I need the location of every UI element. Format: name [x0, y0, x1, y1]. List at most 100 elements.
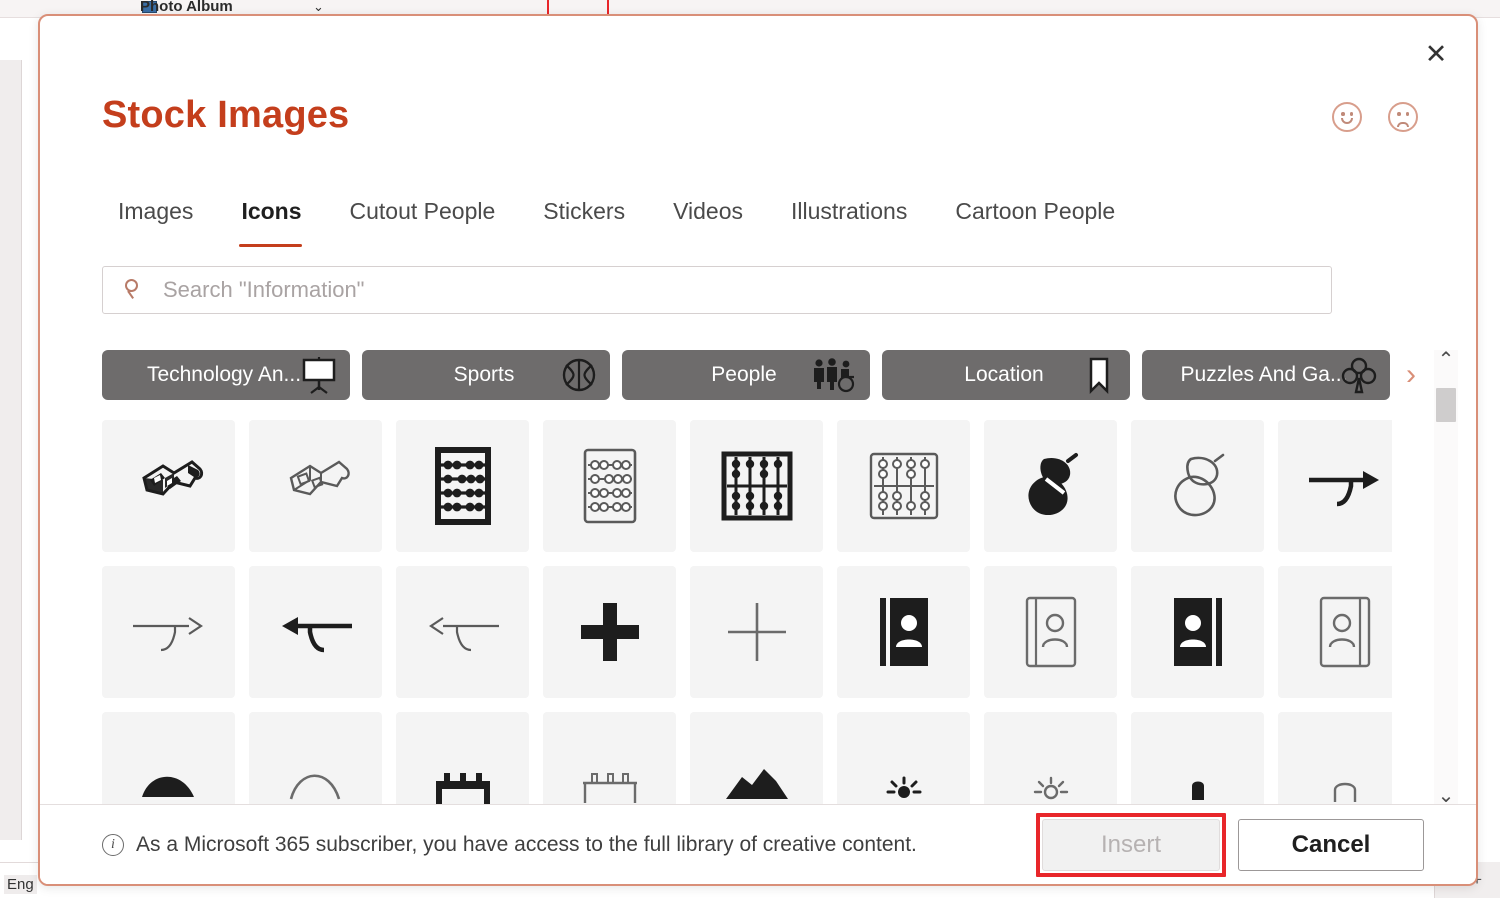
close-icon[interactable]: ✕: [1418, 36, 1454, 72]
scrollbar-track[interactable]: [1434, 384, 1458, 772]
chevron-right-icon[interactable]: ›: [1406, 360, 1416, 390]
icon-cell-abacus-filled[interactable]: [396, 420, 529, 552]
plus-thin-icon: [722, 597, 792, 667]
hill-outline-icon: [279, 741, 353, 806]
smiley-sad-icon[interactable]: [1388, 102, 1418, 132]
icon-cell-arrow-merge-right-filled[interactable]: [1278, 420, 1392, 552]
icon-cell-acorn-outline[interactable]: [1131, 420, 1264, 552]
basketball-icon: [558, 354, 600, 396]
search-icon: [125, 279, 147, 301]
sun-small-outline-icon: [1025, 752, 1077, 804]
smiley-happy-icon[interactable]: [1332, 102, 1362, 132]
tab-icons-label: Icons: [241, 198, 301, 224]
tab-bar: Images Icons Cutout People Stickers Vide…: [102, 198, 1139, 225]
icon-cell-bulb-filled[interactable]: [1131, 712, 1264, 806]
acorn-outline-icon: [1161, 449, 1235, 523]
icon-cell-sun-small-filled[interactable]: [837, 712, 970, 806]
icon-cell-3d-glasses-outline[interactable]: [249, 420, 382, 552]
abacus-alt-filled-icon: [718, 448, 796, 524]
icon-cell-fence-outline[interactable]: [543, 712, 676, 806]
tab-stickers[interactable]: Stickers: [519, 198, 649, 225]
3d-glasses-filled-icon: [130, 456, 208, 516]
category-chip-sports-label: Sports: [454, 363, 515, 387]
hill-filled-icon: [132, 741, 206, 806]
insert-button[interactable]: Insert: [1042, 819, 1220, 871]
slide-thumbnail-pane: [0, 60, 22, 840]
icon-cell-plus-thick[interactable]: [543, 566, 676, 698]
category-chip-location-label: Location: [964, 363, 1043, 387]
abacus-filled-icon: [432, 445, 494, 527]
icon-cell-arrow-merge-left-filled[interactable]: [249, 566, 382, 698]
address-book-outline-icon: [1021, 593, 1081, 671]
tab-images[interactable]: Images: [102, 198, 217, 225]
category-chip-people[interactable]: People: [622, 350, 870, 400]
category-chip-people-label: People: [711, 363, 776, 387]
icon-cell-address-book-alt-outline[interactable]: [1278, 566, 1392, 698]
icon-cell-abacus-alt-filled[interactable]: [690, 420, 823, 552]
category-chip-puzzles[interactable]: Puzzles And Ga...: [1142, 350, 1390, 400]
category-chip-sports[interactable]: Sports: [362, 350, 610, 400]
tab-illustrations-label: Illustrations: [791, 198, 907, 224]
scrollbar-thumb[interactable]: [1436, 388, 1456, 422]
acorn-filled-icon: [1014, 449, 1088, 523]
scroll-down-icon[interactable]: ⌄: [1438, 786, 1455, 806]
tab-images-label: Images: [118, 198, 193, 224]
icon-cell-arch-outline[interactable]: [1278, 712, 1392, 806]
tab-cartoon-people[interactable]: Cartoon People: [931, 198, 1139, 225]
tab-videos-label: Videos: [673, 198, 743, 224]
icon-cell-address-book-alt-filled[interactable]: [1131, 566, 1264, 698]
category-chip-location[interactable]: Location: [882, 350, 1130, 400]
icon-cell-abacus-outline[interactable]: [543, 420, 676, 552]
tab-icons[interactable]: Icons: [217, 198, 325, 225]
icon-cell-address-book-filled[interactable]: [837, 566, 970, 698]
fence-filled-icon: [424, 741, 502, 806]
abacus-alt-outline-icon: [865, 448, 943, 524]
icon-cell-mountain-filled[interactable]: [690, 712, 823, 806]
tab-cartoon-people-label: Cartoon People: [955, 198, 1115, 224]
icon-cell-arrow-merge-right-outline[interactable]: [102, 566, 235, 698]
grid-scrollbar[interactable]: ⌃ ⌄: [1434, 350, 1458, 806]
stock-images-dialog: ✕ Stock Images Images Icons Cutout Peopl…: [38, 14, 1478, 886]
icon-grid: [102, 420, 1392, 806]
abacus-outline-icon: [579, 445, 641, 527]
icon-cell-hill-filled[interactable]: [102, 712, 235, 806]
tab-videos[interactable]: Videos: [649, 198, 767, 225]
tab-cutout-people[interactable]: Cutout People: [326, 198, 520, 225]
icon-cell-plus-thin[interactable]: [690, 566, 823, 698]
tab-illustrations[interactable]: Illustrations: [767, 198, 931, 225]
address-book-alt-outline-icon: [1315, 593, 1375, 671]
search-placeholder: Search "Information": [163, 277, 365, 303]
icon-cell-sun-small-outline[interactable]: [984, 712, 1117, 806]
bulb-filled-icon: [1178, 752, 1218, 804]
chevron-down-icon[interactable]: ⌄: [313, 0, 324, 15]
people-group-icon: [818, 354, 860, 396]
icon-cell-address-book-outline[interactable]: [984, 566, 1117, 698]
category-chip-row: Technology An... Sports: [102, 350, 1416, 400]
feedback-group: [1332, 102, 1418, 132]
icon-cell-arrow-merge-left-outline[interactable]: [396, 566, 529, 698]
3d-glasses-outline-icon: [277, 456, 355, 516]
dialog-footer: i As a Microsoft 365 subscriber, you hav…: [40, 804, 1476, 884]
icon-cell-abacus-alt-outline[interactable]: [837, 420, 970, 552]
icon-cell-fence-filled[interactable]: [396, 712, 529, 806]
plus-thick-icon: [575, 597, 645, 667]
cancel-button[interactable]: Cancel: [1238, 819, 1424, 871]
bookmark-icon: [1078, 354, 1120, 396]
category-chip-technology[interactable]: Technology An...: [102, 350, 350, 400]
mountain-filled-icon: [718, 741, 796, 806]
icon-cell-acorn-filled[interactable]: [984, 420, 1117, 552]
category-chip-puzzles-label: Puzzles And Ga...: [1181, 363, 1348, 387]
icon-cell-3d-glasses-filled[interactable]: [102, 420, 235, 552]
icon-cell-hill-outline[interactable]: [249, 712, 382, 806]
insert-button-highlight: Insert: [1036, 813, 1226, 877]
arrow-merge-left-filled-icon: [274, 608, 358, 656]
subscriber-note: i As a Microsoft 365 subscriber, you hav…: [102, 833, 917, 857]
status-language[interactable]: Eng: [4, 875, 37, 894]
ribbon-item-photo-album[interactable]: Photo Album: [140, 0, 233, 15]
search-input[interactable]: Search "Information": [102, 266, 1332, 314]
tab-cutout-people-label: Cutout People: [350, 198, 496, 224]
arrow-merge-left-outline-icon: [421, 608, 505, 656]
scroll-up-icon[interactable]: ⌃: [1438, 350, 1455, 370]
icon-grid-viewport: [102, 420, 1392, 806]
page-title: Stock Images: [102, 94, 349, 137]
